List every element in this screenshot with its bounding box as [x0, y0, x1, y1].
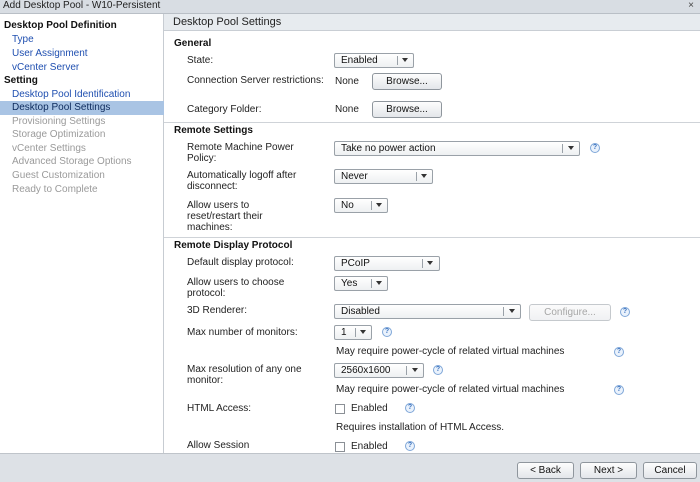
chevron-down-icon	[412, 368, 418, 372]
sidebar-item-type[interactable]: Type	[0, 33, 175, 47]
choose-protocol-select[interactable]: Yes	[334, 276, 388, 291]
sidebar-item-storage-optimization: Storage Optimization	[12, 129, 106, 140]
sidebar-item-provisioning-settings: Provisioning Settings	[12, 116, 106, 127]
html-access-enabled-label: Enabled	[351, 403, 388, 414]
sidebar-heading-setting: Setting	[4, 75, 38, 86]
sidebar-item-vcenter-settings: vCenter Settings	[12, 143, 86, 154]
help-icon[interactable]: ?	[405, 403, 415, 413]
renderer-label: 3D Renderer:	[187, 305, 248, 316]
sidebar-item-advanced-storage: Advanced Storage Options	[12, 156, 132, 167]
section-remote-title: Remote Settings	[174, 125, 253, 136]
power-policy-label: Remote Machine Power Policy:	[187, 142, 294, 164]
chevron-down-icon	[568, 146, 574, 150]
help-icon[interactable]: ?	[614, 347, 624, 357]
auto-logoff-value: Never	[341, 171, 368, 182]
max-resolution-select[interactable]: 2560x1600	[334, 363, 424, 378]
choose-protocol-value: Yes	[341, 278, 358, 289]
chevron-down-icon	[509, 309, 515, 313]
state-label: State:	[187, 55, 214, 66]
sidebar-heading-definition: Desktop Pool Definition	[4, 20, 117, 31]
allow-session-enabled-label: Enabled	[351, 441, 388, 452]
help-icon[interactable]: ?	[382, 327, 392, 337]
power-cycle-note: May require power-cycle of related virtu…	[336, 384, 565, 395]
max-monitors-select[interactable]: 1	[334, 325, 372, 340]
chevron-down-icon	[376, 203, 382, 207]
sidebar-item-pool-settings[interactable]: Desktop Pool Settings	[0, 101, 175, 115]
sidebar-item-user-assignment[interactable]: User Assignment	[0, 47, 175, 61]
html-access-checkbox[interactable]	[335, 404, 345, 414]
default-protocol-value: PCoIP	[341, 258, 370, 269]
sidebar-item-guest-customization: Guest Customization	[12, 170, 105, 181]
power-policy-select[interactable]: Take no power action	[334, 141, 580, 156]
sidebar-item-ready-to-complete: Ready to Complete	[12, 184, 98, 195]
help-icon[interactable]: ?	[590, 143, 600, 153]
help-icon[interactable]: ?	[620, 307, 630, 317]
default-protocol-select[interactable]: PCoIP	[334, 256, 440, 271]
category-folder-value: None	[335, 104, 359, 115]
window-title: Add Desktop Pool - W10-Persistent	[3, 0, 161, 11]
chevron-down-icon	[360, 330, 366, 334]
max-monitors-label: Max number of monitors:	[187, 327, 298, 338]
divider	[164, 237, 700, 238]
renderer-select[interactable]: Disabled	[334, 304, 521, 319]
help-icon[interactable]: ?	[405, 441, 415, 451]
allow-reset-value: No	[341, 200, 354, 211]
chevron-down-icon	[376, 281, 382, 285]
power-policy-value: Take no power action	[341, 143, 436, 154]
max-resolution-value: 2560x1600	[341, 365, 391, 376]
back-button[interactable]: < Back	[517, 462, 574, 479]
page-title: Desktop Pool Settings	[173, 16, 282, 28]
renderer-value: Disabled	[341, 306, 380, 317]
section-display-title: Remote Display Protocol	[174, 240, 293, 251]
chevron-down-icon	[421, 174, 427, 178]
allow-session-checkbox[interactable]	[335, 442, 345, 452]
html-access-label: HTML Access:	[187, 403, 252, 414]
html-access-note: Requires installation of HTML Access.	[336, 422, 505, 433]
browse-connection-button[interactable]: Browse...	[372, 73, 442, 90]
settings-panel: Desktop Pool Settings General State: Ena…	[164, 14, 700, 453]
choose-protocol-label: Allow users to choose protocol:	[187, 277, 285, 299]
configure-button[interactable]: Configure...	[529, 304, 611, 321]
state-value: Enabled	[341, 55, 378, 66]
auto-logoff-select[interactable]: Never	[334, 169, 433, 184]
window-titlebar: Add Desktop Pool - W10-Persistent ×	[0, 0, 700, 14]
wizard-footer: < Back Next > Cancel	[0, 453, 700, 482]
help-icon[interactable]: ?	[433, 365, 443, 375]
allow-reset-select[interactable]: No	[334, 198, 388, 213]
allow-reset-label: Allow users to reset/restart their machi…	[187, 200, 263, 233]
max-resolution-label: Max resolution of any one monitor:	[187, 364, 302, 386]
sidebar-item-pool-identification[interactable]: Desktop Pool Identification	[0, 88, 175, 102]
connection-server-label: Connection Server restrictions:	[187, 75, 324, 86]
divider	[164, 122, 700, 123]
close-icon[interactable]: ×	[688, 0, 694, 11]
panel-header: Desktop Pool Settings	[164, 14, 700, 31]
browse-category-button[interactable]: Browse...	[372, 101, 442, 118]
auto-logoff-label: Automatically logoff after disconnect:	[187, 170, 297, 192]
default-protocol-label: Default display protocol:	[187, 257, 294, 268]
help-icon[interactable]: ?	[614, 385, 624, 395]
wizard-sidebar: Desktop Pool Definition Type User Assign…	[0, 14, 175, 453]
state-select[interactable]: Enabled	[334, 53, 414, 68]
chevron-down-icon	[402, 58, 408, 62]
chevron-down-icon	[427, 261, 433, 265]
max-monitors-value: 1	[341, 327, 347, 338]
allow-session-label: Allow Session	[187, 440, 250, 451]
next-button[interactable]: Next >	[580, 462, 637, 479]
connection-server-value: None	[335, 76, 359, 87]
section-general-title: General	[174, 38, 212, 49]
sidebar-item-vcenter-server[interactable]: vCenter Server	[0, 61, 175, 75]
category-folder-label: Category Folder:	[187, 104, 262, 115]
cancel-button[interactable]: Cancel	[643, 462, 697, 479]
power-cycle-note: May require power-cycle of related virtu…	[336, 346, 565, 357]
